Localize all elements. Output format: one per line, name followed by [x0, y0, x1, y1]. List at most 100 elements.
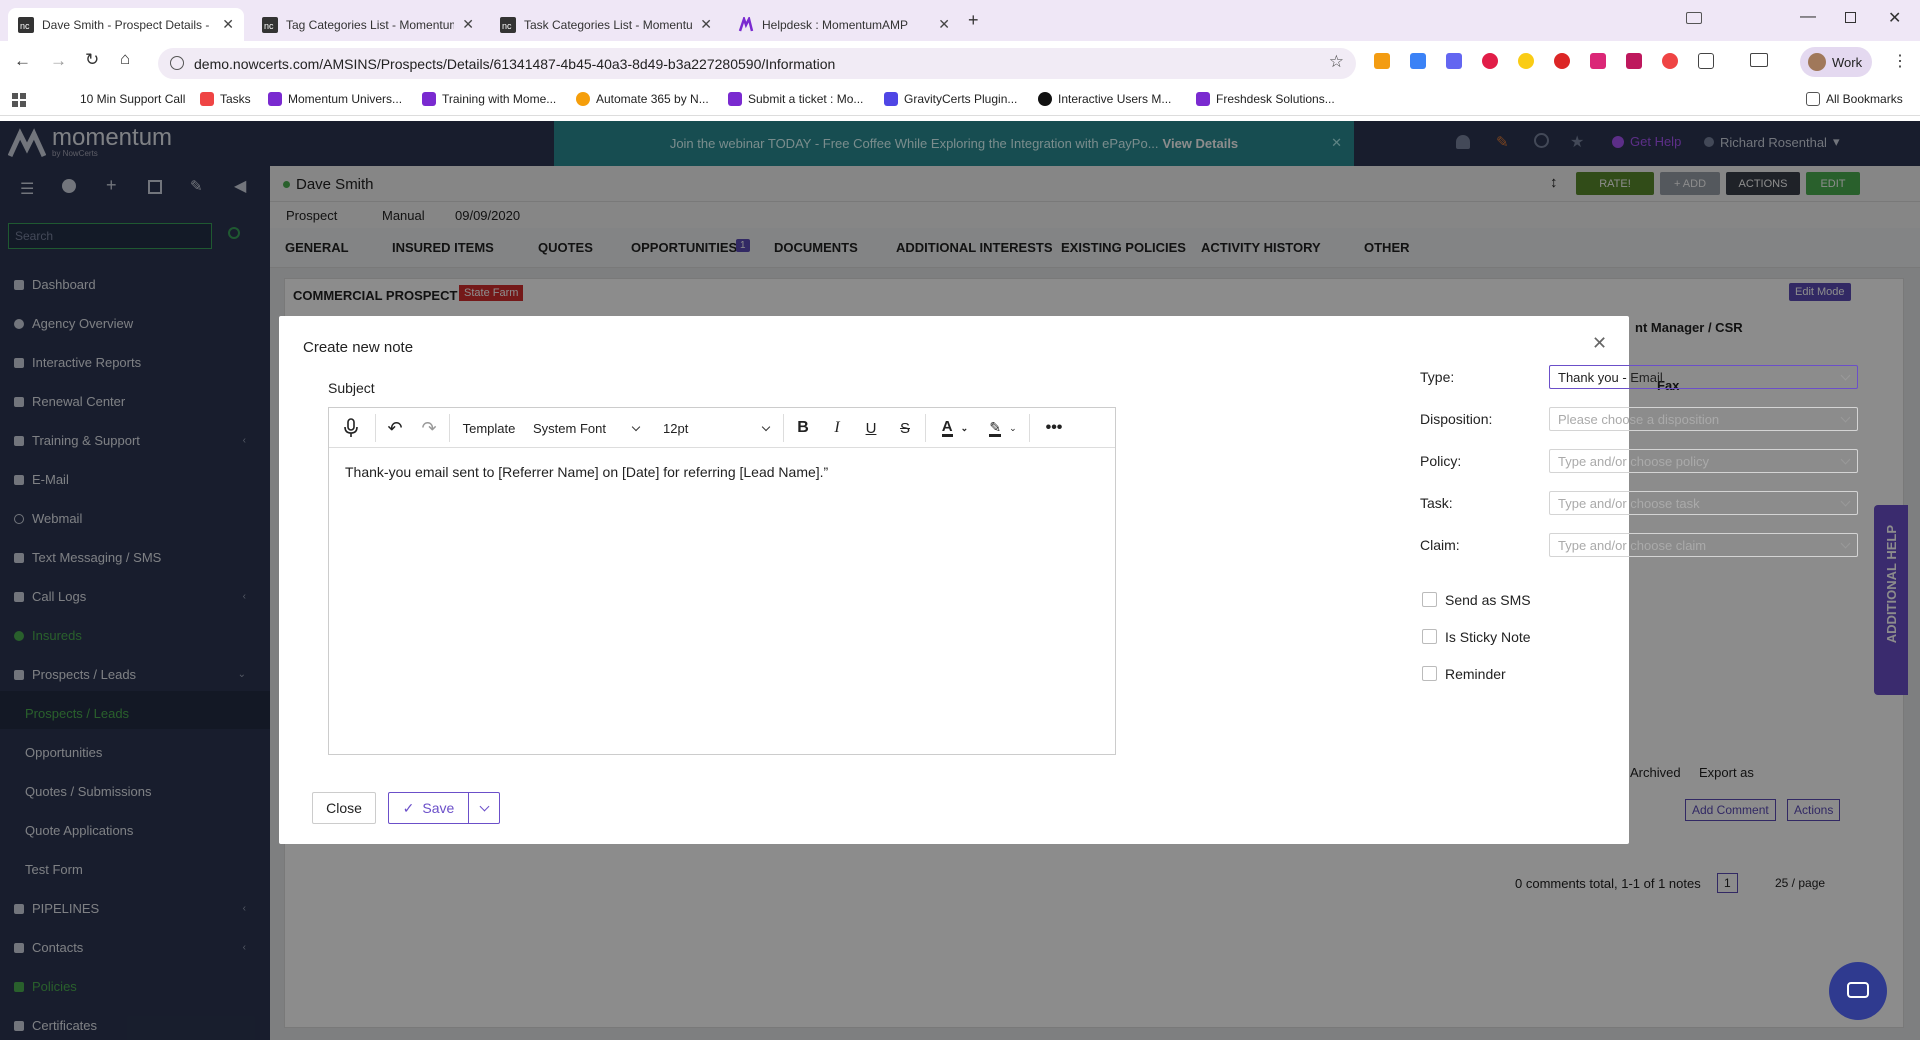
momentum-icon: [738, 16, 754, 31]
close-tab-icon[interactable]: ✕: [700, 16, 712, 33]
save-options-button[interactable]: [468, 792, 500, 824]
bookmark-label: Freshdesk Solutions...: [1216, 92, 1335, 106]
extension-icon[interactable]: [1374, 53, 1390, 69]
bookmark-icon: [884, 92, 898, 106]
sidepanel-icon[interactable]: [1750, 53, 1768, 67]
bookmark-item[interactable]: Submit a ticket : Mo...: [728, 92, 863, 106]
strikethrough-icon[interactable]: S: [891, 408, 919, 448]
browser-tab[interactable]: nc Tag Categories List - Momentum ✕: [252, 8, 484, 41]
extension-icon[interactable]: [1626, 53, 1642, 69]
close-button[interactable]: Close: [312, 792, 376, 824]
site-info-icon[interactable]: [170, 56, 184, 70]
close-window-button[interactable]: ✕: [1888, 8, 1901, 28]
template-menu[interactable]: Template: [457, 408, 521, 448]
bookmark-label: Automate 365 by N...: [596, 92, 709, 106]
forward-icon[interactable]: →: [50, 51, 67, 71]
close-icon[interactable]: ✕: [1592, 333, 1607, 354]
extension-icon[interactable]: [1662, 53, 1678, 69]
url-text: demo.nowcerts.com/AMSINS/Prospects/Detai…: [194, 55, 836, 72]
bookmark-item[interactable]: Momentum Univers...: [268, 92, 402, 106]
undo-icon[interactable]: ↶: [381, 408, 409, 448]
browser-tab[interactable]: nc Task Categories List - Momentum ✕: [490, 8, 722, 41]
bold-icon[interactable]: B: [789, 408, 817, 448]
momentum-icon: [268, 92, 282, 106]
chevron-down-icon: [1840, 370, 1851, 381]
restore-button[interactable]: [1845, 12, 1856, 23]
close-tab-icon[interactable]: ✕: [462, 16, 474, 33]
momentum-icon: [1196, 92, 1210, 106]
italic-icon[interactable]: I: [823, 408, 851, 448]
chat-icon: [1847, 982, 1869, 998]
browser-tab[interactable]: nc Dave Smith - Prospect Details - ✕: [8, 8, 244, 41]
momentum-icon: [422, 92, 436, 106]
task-select[interactable]: Type and/or choose task: [1549, 491, 1858, 515]
media-icon[interactable]: [1686, 12, 1702, 24]
tab-title: Task Categories List - Momentum: [524, 17, 693, 32]
font-size-select[interactable]: 12pt: [655, 408, 775, 448]
back-icon[interactable]: ←: [14, 51, 31, 71]
toolbar-divider: [449, 414, 450, 442]
svg-text:nc: nc: [264, 21, 274, 31]
profile-button[interactable]: Work: [1800, 47, 1872, 77]
bookmark-label: Momentum Univers...: [288, 92, 403, 106]
extension-icon[interactable]: [1410, 53, 1426, 69]
note-body-editor[interactable]: Thank-you email sent to [Referrer Name] …: [345, 464, 1105, 480]
disposition-select[interactable]: Please choose a disposition: [1549, 407, 1858, 431]
extension-icon[interactable]: [1590, 53, 1606, 69]
home-icon[interactable]: ⌂: [120, 49, 130, 69]
browser-tab[interactable]: Helpdesk : MomentumAMP ✕: [728, 8, 960, 41]
chevron-down-icon: [1840, 454, 1851, 465]
bookmark-item[interactable]: Automate 365 by N...: [576, 92, 709, 106]
type-select[interactable]: Thank you - Email: [1549, 365, 1858, 389]
policy-select[interactable]: Type and/or choose policy: [1549, 449, 1858, 473]
highlight-color-icon[interactable]: ✎ ⌄: [981, 408, 1025, 448]
editor-toolbar: ↶ ↷ Template System Font 12pt B I U S A ⌄…: [329, 408, 1115, 448]
bookmark-item[interactable]: Training with Mome...: [422, 92, 556, 106]
reminder-checkbox[interactable]: [1422, 666, 1437, 681]
extension-icon[interactable]: [1554, 53, 1570, 69]
subject-label: Subject: [328, 380, 375, 396]
bookmark-label: Training with Mome...: [442, 92, 557, 106]
chat-widget-button[interactable]: [1829, 962, 1887, 1020]
tab-title: Tag Categories List - Momentum: [286, 17, 455, 32]
new-tab-button[interactable]: +: [968, 10, 979, 31]
extension-icon[interactable]: [1446, 53, 1462, 69]
redo-icon[interactable]: ↷: [415, 408, 443, 448]
extension-icon[interactable]: [1518, 53, 1534, 69]
bookmark-icon: [576, 92, 590, 106]
font-family-select[interactable]: System Font: [525, 408, 645, 448]
bookmark-star-icon[interactable]: ☆: [1329, 52, 1344, 72]
bookmark-label: Tasks: [220, 92, 251, 106]
chevron-down-icon: [1840, 412, 1851, 423]
send-as-sms-checkbox[interactable]: [1422, 592, 1437, 607]
svg-text:nc: nc: [502, 21, 512, 31]
momentum-icon: [728, 92, 742, 106]
save-button[interactable]: ✓ Save: [388, 792, 469, 824]
apps-grid-icon[interactable]: [12, 93, 26, 107]
close-tab-icon[interactable]: ✕: [938, 16, 950, 33]
bookmark-item[interactable]: Freshdesk Solutions...: [1196, 92, 1335, 106]
close-tab-icon[interactable]: ✕: [222, 16, 234, 33]
microphone-icon[interactable]: [337, 408, 365, 448]
policy-label: Policy:: [1420, 453, 1462, 469]
profile-label: Work: [1832, 54, 1863, 70]
bookmarks-bar: 10 Min Support Call Tasks Momentum Unive…: [0, 84, 1920, 116]
reload-icon[interactable]: ↻: [85, 50, 99, 70]
menu-kebab-icon[interactable]: ⋮: [1892, 51, 1908, 71]
save-label: Save: [422, 800, 455, 816]
extension-icon[interactable]: [1482, 53, 1498, 69]
bookmark-item[interactable]: Tasks: [200, 92, 251, 106]
minimize-button[interactable]: —: [1800, 8, 1816, 26]
bookmark-item[interactable]: GravityCerts Plugin...: [884, 92, 1017, 106]
url-bar[interactable]: demo.nowcerts.com/AMSINS/Prospects/Detai…: [158, 48, 1356, 79]
extensions-puzzle-icon[interactable]: [1698, 53, 1714, 69]
folder-icon: [1806, 92, 1820, 106]
bookmark-item[interactable]: Interactive Users M...: [1038, 92, 1171, 106]
underline-icon[interactable]: U: [857, 408, 885, 448]
all-bookmarks[interactable]: All Bookmarks: [1806, 92, 1903, 106]
more-icon[interactable]: •••: [1037, 408, 1071, 448]
sticky-note-checkbox[interactable]: [1422, 629, 1437, 644]
text-color-icon[interactable]: A ⌄: [933, 408, 977, 448]
bookmark-item[interactable]: 10 Min Support Call: [80, 92, 185, 106]
claim-select[interactable]: Type and/or choose claim: [1549, 533, 1858, 557]
